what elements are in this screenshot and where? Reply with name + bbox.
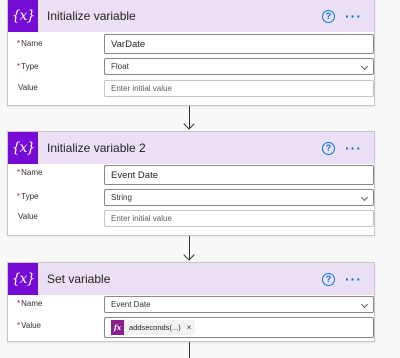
remove-token-icon[interactable]: × — [187, 323, 192, 332]
arrow-down-icon — [183, 249, 195, 261]
name-label: Name — [21, 299, 43, 308]
chevron-down-icon — [360, 193, 369, 201]
required-marker: * — [17, 192, 21, 201]
action-card-initialize-variable: {x} Initialize variable ? ··· *Name VarD… — [7, 0, 375, 106]
type-row: *Type Float — [8, 58, 374, 75]
action-card-initialize-variable-2: {x} Initialize variable 2 ? ··· *Name Ev… — [7, 131, 375, 236]
card-header[interactable]: {x} Initialize variable 2 ? ··· — [8, 132, 374, 164]
help-icon[interactable]: ? — [322, 141, 335, 155]
required-marker: * — [17, 39, 21, 48]
value-label: Value — [21, 321, 41, 330]
required-marker: * — [17, 62, 21, 71]
name-label: Name — [21, 39, 43, 48]
card-title: Initialize variable 2 — [47, 141, 146, 155]
name-value: Event Date — [111, 300, 151, 309]
value-row: *Value fx addseconds(...) × — [8, 317, 374, 338]
type-label: Type — [21, 192, 39, 201]
type-value: String — [111, 193, 132, 202]
value-input[interactable]: fx addseconds(...) × — [104, 317, 374, 338]
value-row: Value Enter initial value — [8, 210, 374, 227]
variable-icon: {x} — [8, 263, 38, 295]
name-dropdown[interactable]: Event Date — [104, 296, 374, 313]
action-card-set-variable: {x} Set variable ? ··· *Name Event Date … — [7, 262, 375, 342]
type-value: Float — [111, 62, 129, 71]
card-title: Initialize variable — [47, 9, 136, 23]
more-options-icon[interactable]: ··· — [345, 9, 362, 23]
value-label: Value — [18, 212, 38, 221]
required-marker: * — [17, 168, 21, 177]
connector-arrow — [189, 342, 190, 358]
required-marker: * — [17, 299, 21, 308]
name-input[interactable]: VarDate — [104, 34, 374, 54]
chevron-down-icon — [360, 62, 369, 70]
value-input[interactable]: Enter initial value — [104, 80, 374, 97]
type-dropdown[interactable]: Float — [104, 58, 374, 75]
help-icon[interactable]: ? — [322, 272, 335, 286]
fx-icon: fx — [111, 320, 124, 335]
more-options-icon[interactable]: ··· — [345, 272, 362, 286]
card-header[interactable]: {x} Initialize variable ? ··· — [8, 0, 374, 32]
token-text: addseconds(...) — [129, 323, 181, 332]
variable-icon: {x} — [8, 0, 38, 32]
value-input[interactable]: Enter initial value — [104, 210, 374, 227]
type-label: Type — [21, 62, 39, 71]
card-title: Set variable — [47, 272, 111, 286]
required-marker: * — [17, 321, 21, 330]
name-row: *Name Event Date — [8, 296, 374, 313]
type-dropdown[interactable]: String — [104, 189, 374, 206]
name-input[interactable]: Event Date — [104, 165, 374, 185]
help-icon[interactable]: ? — [322, 9, 335, 23]
name-row: *Name Event Date — [8, 165, 374, 185]
type-row: *Type String — [8, 189, 374, 206]
name-label: Name — [21, 168, 43, 177]
value-row: Value Enter initial value — [8, 80, 374, 97]
chevron-down-icon — [360, 300, 369, 308]
value-label: Value — [18, 83, 38, 92]
expression-token[interactable]: fx addseconds(...) × — [111, 320, 196, 335]
name-row: *Name VarDate — [8, 34, 374, 54]
variable-icon: {x} — [8, 132, 38, 164]
card-header[interactable]: {x} Set variable ? ··· — [8, 263, 374, 295]
arrow-down-icon — [183, 118, 195, 130]
more-options-icon[interactable]: ··· — [345, 141, 362, 155]
